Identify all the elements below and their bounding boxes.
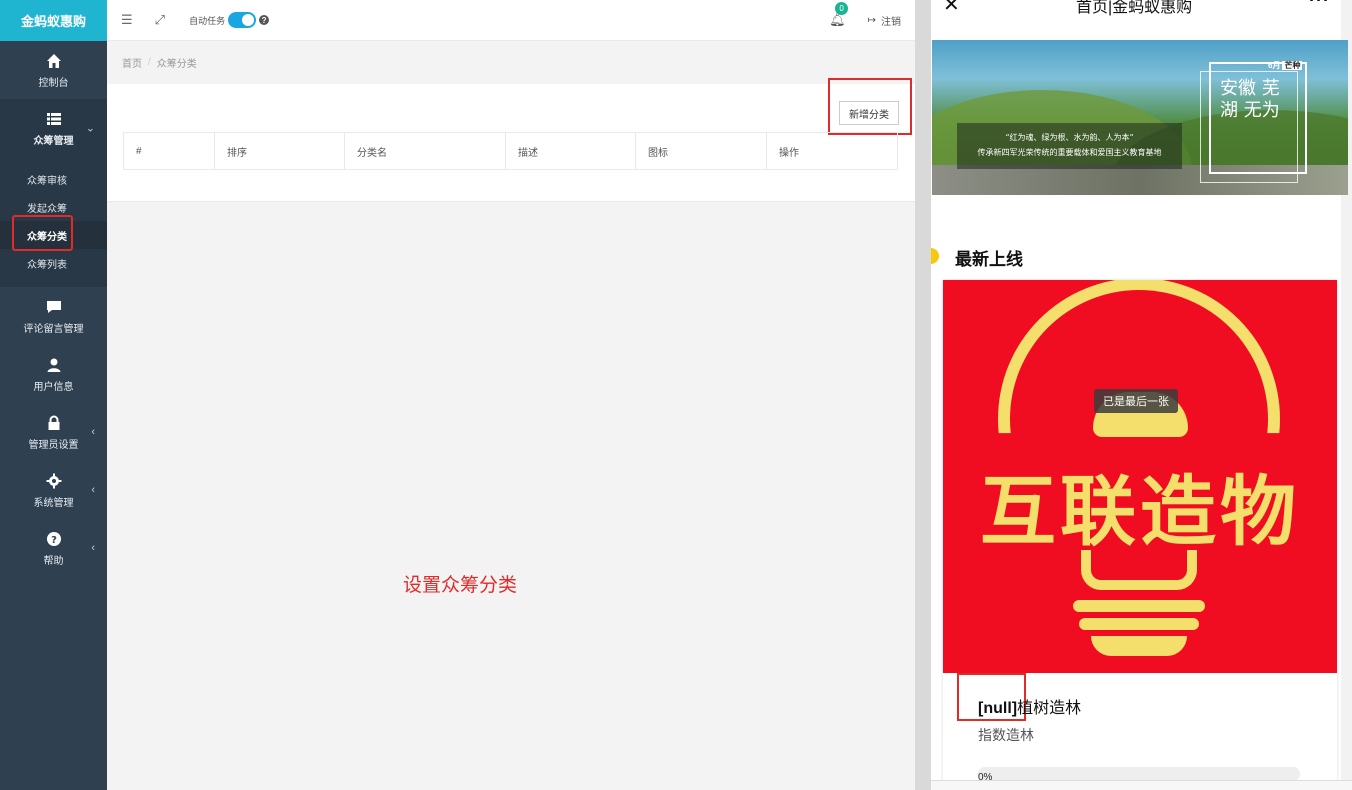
sidebar-item-label: 众筹管理 xyxy=(33,135,74,147)
user-icon xyxy=(45,356,63,374)
section-marker xyxy=(931,248,939,264)
auto-task-toggle[interactable] xyxy=(228,12,257,28)
close-icon[interactable]: ✕ xyxy=(943,0,960,17)
comment-icon xyxy=(45,298,63,316)
sidebar-item-label: 用户信息 xyxy=(33,381,74,393)
column-header-actions[interactable]: 操作 xyxy=(766,132,898,170)
breadcrumb-current: 众筹分类 xyxy=(156,59,197,70)
logout-button[interactable]: ↦ 注销 xyxy=(868,13,901,28)
annotation-text: 设置众筹分类 xyxy=(403,575,518,596)
sidebar-subitem-category[interactable]: 众筹分类 xyxy=(0,215,107,251)
breadcrumb-home[interactable]: 首页 xyxy=(122,55,142,70)
sidebar-item-crowdfunding[interactable]: 众筹管理 ⌄ xyxy=(0,99,107,157)
column-header-icon[interactable]: 图标 xyxy=(635,132,767,170)
column-header-description[interactable]: 描述 xyxy=(505,132,636,170)
banner-slogan: “红为魂、绿为根、水为韵、人为本” 传承新四军光荣传统的重要载体和爱国主义教育基… xyxy=(957,123,1182,169)
column-header-name[interactable]: 分类名 xyxy=(344,132,506,170)
home-icon xyxy=(45,52,63,70)
bulb-base xyxy=(1073,550,1205,660)
chevron-left-icon: ‹ xyxy=(91,542,95,554)
more-icon[interactable]: ··· xyxy=(1309,0,1330,11)
category-table: # 排序 分类名 描述 图标 操作 xyxy=(123,132,898,170)
auto-task-label: 自动任务 xyxy=(189,15,226,26)
sidebar-item-label: 系统管理 xyxy=(33,497,74,509)
logo-text: 互联造物 xyxy=(980,467,1300,556)
top-bar: ☰ ⤢ 自动任务 ? 🔔︎ 0 ↦ 注销 xyxy=(107,0,915,41)
breadcrumb-separator: / xyxy=(148,57,151,68)
add-category-button[interactable]: 新增分类 xyxy=(839,101,899,125)
main-content: 首页 / 众筹分类 新增分类 # 排序 分类名 描述 图标 操作 设置众筹分类 xyxy=(107,41,915,790)
breadcrumb: 首页 / 众筹分类 xyxy=(107,41,915,84)
submenu-crowdfunding: 众筹审核 发起众筹 众筹分类 众筹列表 xyxy=(0,157,107,287)
sidebar-item-admin-settings[interactable]: 管理员设置 ‹ xyxy=(0,403,107,461)
mobile-title: 首页|金蚂蚁惠购 xyxy=(1076,0,1193,16)
project-subtitle: 指数造林 xyxy=(978,727,1034,743)
banner-tag: 6月 芒种 xyxy=(1268,61,1303,70)
sidebar: 金蚂蚁惠购 控制台 众筹管理 ⌄ 众筹审核 发起众筹 众筹分类 众筹列表 评论留… xyxy=(0,0,107,790)
table-header-row: # 排序 分类名 描述 图标 操作 xyxy=(123,132,898,170)
sidebar-item-label: 帮助 xyxy=(43,555,64,567)
sign-out-icon: ↦ xyxy=(867,14,876,26)
sidebar-item-label: 控制台 xyxy=(38,77,69,89)
lock-icon xyxy=(45,414,63,432)
category-panel: 新增分类 # 排序 分类名 描述 图标 操作 xyxy=(107,78,915,202)
notification-button[interactable]: 🔔︎ 0 xyxy=(829,2,849,28)
toast-message: 已是最后一张 xyxy=(1094,389,1178,413)
chevron-left-icon: ‹ xyxy=(91,484,95,496)
mobile-bottom-bar xyxy=(931,780,1352,790)
svg-text:?: ? xyxy=(51,535,57,546)
sidebar-item-label: 评论留言管理 xyxy=(23,323,84,335)
sidebar-subitem-review[interactable]: 众筹审核 xyxy=(0,165,107,193)
sidebar-item-comments[interactable]: 评论留言管理 xyxy=(0,287,107,345)
project-title: [null]植树造林 xyxy=(978,700,1082,717)
project-image: 互联造物 已是最后一张 xyxy=(943,280,1337,673)
highlight-box xyxy=(12,215,73,251)
mobile-header: ✕ 首页|金蚂蚁惠购 ··· xyxy=(931,0,1352,20)
logout-label: 注销 xyxy=(881,16,901,28)
sidebar-item-label: 管理员设置 xyxy=(28,439,79,451)
chevron-left-icon: ‹ xyxy=(91,426,95,438)
banner-city: 安徽 芜湖 无为 xyxy=(1220,78,1280,121)
notification-badge: 0 xyxy=(835,2,849,15)
fullscreen-icon[interactable]: ⤢ xyxy=(155,12,165,28)
question-icon[interactable]: ? xyxy=(259,15,270,25)
mobile-preview: ✕ 首页|金蚂蚁惠购 ··· “红为魂、绿为根、水为韵、人为本” 传承新四军光荣… xyxy=(931,0,1352,790)
sidebar-item-dashboard[interactable]: 控制台 xyxy=(0,41,107,99)
column-header-index[interactable]: # xyxy=(123,132,215,170)
banner-image[interactable]: “红为魂、绿为根、水为韵、人为本” 传承新四军光荣传统的重要载体和爱国主义教育基… xyxy=(932,40,1348,195)
chevron-down-icon: ⌄ xyxy=(85,122,95,135)
sidebar-item-system[interactable]: 系统管理 ‹ xyxy=(0,461,107,519)
sidebar-item-help[interactable]: ? 帮助 ‹ xyxy=(0,519,107,577)
progress-bar xyxy=(978,767,1300,781)
sidebar-item-users[interactable]: 用户信息 xyxy=(0,345,107,403)
column-header-sort[interactable]: 排序 xyxy=(214,132,345,170)
sidebar-subitem-list[interactable]: 众筹列表 xyxy=(0,249,107,277)
help-icon: ? xyxy=(45,530,63,548)
list-icon xyxy=(45,110,63,128)
brand-logo[interactable]: 金蚂蚁惠购 xyxy=(0,0,107,41)
section-title: 最新上线 xyxy=(955,250,1023,269)
auto-task: 自动任务 ? xyxy=(189,12,270,28)
vertical-scrollbar[interactable] xyxy=(915,0,931,790)
project-card[interactable]: 互联造物 已是最后一张 [null]植树造林 指数造林 0% xyxy=(943,280,1337,790)
gear-icon xyxy=(45,472,63,490)
menu-toggle-icon[interactable]: ☰ xyxy=(121,12,133,28)
